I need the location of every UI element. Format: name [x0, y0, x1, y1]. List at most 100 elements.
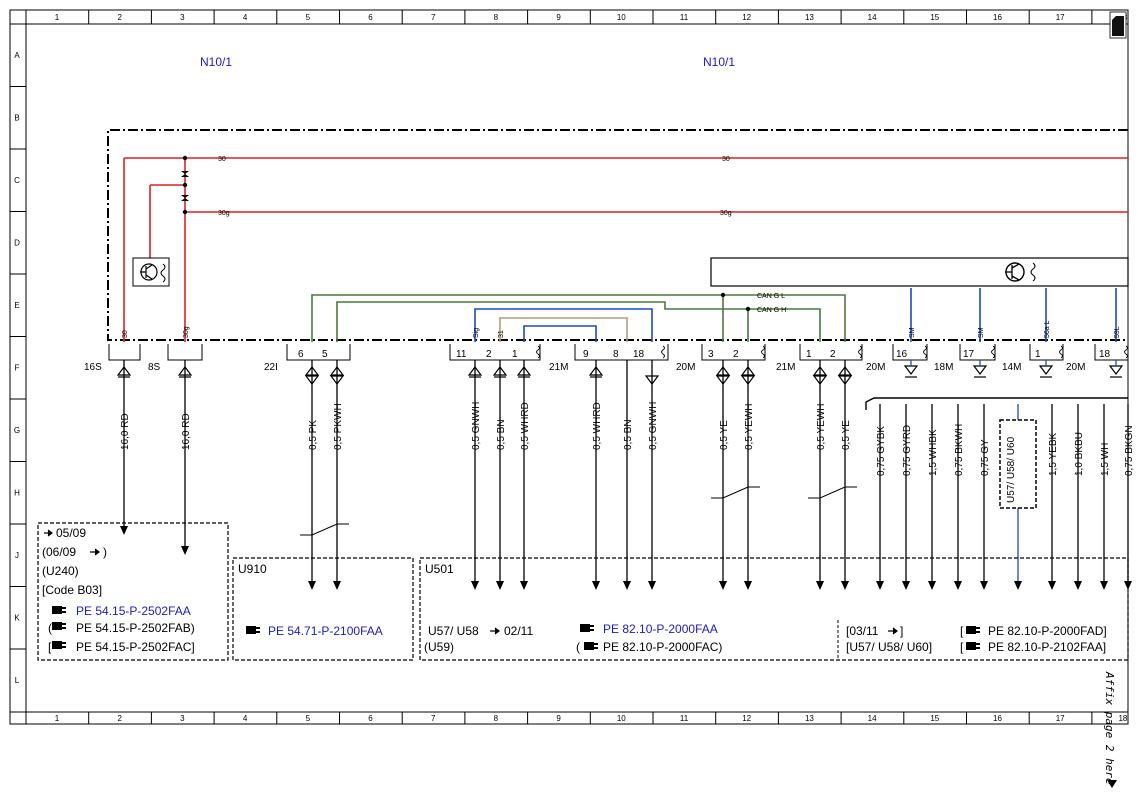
pin-number: 3 — [708, 349, 714, 360]
reference-hand-icon — [584, 642, 598, 650]
pin-label: SM — [978, 327, 985, 338]
reference-hand-icon — [246, 626, 260, 634]
wire-label: 0,75 BKGN — [1124, 425, 1135, 476]
wire-label: 0,5 YEWH — [816, 404, 827, 451]
grid-row-ticks: A B C D E F G H J K L — [10, 51, 26, 685]
grid-column-label: 3 — [180, 13, 185, 22]
arrowhead-icon — [928, 581, 936, 590]
reference-link[interactable]: PE 54.71-P-2100FAA — [268, 624, 383, 638]
wire: 0,75 BKWH — [954, 404, 965, 590]
shield-mark-icon — [991, 345, 995, 359]
shield-mark-icon — [661, 345, 665, 359]
ref-bracket: ( — [576, 640, 580, 654]
arrowhead-icon — [876, 581, 884, 590]
wire: 0,75 GYBK — [876, 404, 887, 590]
wire: 16,0 RD — [116, 360, 132, 535]
reference-link[interactable]: PE 82.10-P-2102FAA] — [988, 640, 1106, 654]
arrow-icon — [490, 627, 500, 635]
pin-number: 1 — [512, 349, 518, 360]
reference-link[interactable]: PE 54.15-P-2502FAA — [76, 604, 191, 618]
wire-label: 0,5 WHRD — [592, 402, 603, 450]
grid-column-label: 1 — [55, 714, 60, 723]
arrow-icon — [44, 529, 53, 537]
arrowhead-icon — [816, 581, 824, 590]
wire: 0,5 GNWH — [467, 360, 483, 590]
grid-column-label: 12 — [742, 13, 751, 22]
arrowhead-icon — [520, 581, 528, 590]
reference-hand-icon — [52, 622, 66, 630]
junction-dot — [745, 306, 751, 312]
grid-column-label: 15 — [930, 13, 939, 22]
variant-note: ] — [900, 624, 903, 638]
wire: 0,75 GYRD — [902, 404, 913, 590]
grid-column-label: 4 — [243, 13, 248, 22]
diode-icon — [181, 195, 189, 201]
ground-line — [499, 317, 628, 342]
wire-label: 16,0 RD — [181, 413, 192, 450]
grid-column-label: 7 — [431, 13, 436, 22]
wire: 0,5 YE — [715, 360, 731, 590]
page-corner-icon — [1112, 16, 1124, 36]
grid-row-label: H — [14, 489, 20, 498]
wire: 1,5 WH — [1100, 404, 1111, 590]
wire-label: 0,75 GYBK — [876, 426, 887, 476]
reference-link[interactable]: PE 82.10-P-2000FAC) — [603, 640, 722, 654]
pin-label: SM — [909, 327, 916, 338]
can-high-label: CAN G H — [757, 307, 786, 314]
pin-label: 31 — [498, 330, 505, 338]
twist-marker — [711, 486, 760, 499]
reference-link[interactable]: PE 82.10-P-2000FAD] — [988, 624, 1107, 638]
connector-label: 21M — [776, 362, 795, 373]
note-date-to: 05/09 — [56, 526, 86, 540]
grid-row-label: L — [15, 676, 20, 685]
reference-link[interactable]: PE 54.15-P-2502FAB) — [76, 621, 195, 635]
connector-label: 14M — [1002, 362, 1021, 373]
grid-row-label: A — [14, 51, 20, 60]
reference-link[interactable]: PE 82.10-P-2000FAA — [603, 622, 718, 636]
variant-note: [03/11 — [846, 624, 879, 638]
grid-column-label: 9 — [556, 13, 561, 22]
grid-row-label: D — [14, 239, 20, 248]
grid-column-label: 6 — [368, 714, 373, 723]
reference-link[interactable]: PE 54.15-P-2502FAC] — [76, 640, 195, 654]
twist-marker — [808, 486, 857, 499]
pin-number: 5 — [322, 349, 328, 360]
grid-row-label: C — [14, 176, 20, 185]
pin-number: 1 — [806, 349, 812, 360]
wire: 0,5 WHRD — [516, 360, 532, 590]
pin-number: 17 — [963, 349, 975, 360]
ref-bracket: ( — [48, 621, 52, 635]
arrowhead-icon — [623, 581, 631, 590]
junction-dot — [182, 182, 188, 188]
shield-mark-icon — [1124, 345, 1128, 359]
pin-number: 16 — [896, 349, 908, 360]
pin-number: 2 — [486, 349, 492, 360]
pin-number: 18 — [1099, 349, 1111, 360]
wire: 0,5 YE — [837, 360, 853, 590]
wire: 0,5 BN — [623, 360, 634, 590]
wire: 0,5 PKWH — [329, 360, 345, 590]
wire-label: 0,5 YE — [841, 420, 852, 450]
grid-column-label: 16 — [993, 714, 1002, 723]
note-date-from: (06/09 — [42, 545, 76, 559]
grid-column-label: 3 — [180, 714, 185, 723]
shield-mark-icon — [536, 345, 540, 359]
shield-mark-icon — [923, 345, 927, 359]
wire-label: 0,75 GYRD — [902, 425, 913, 476]
grid-column-label: 9 — [556, 714, 561, 723]
connector-label: 22I — [264, 362, 278, 373]
connector-symbol-icon — [903, 365, 919, 375]
arrowhead-icon — [181, 546, 189, 555]
grid-row-label: E — [14, 301, 19, 310]
connector-label: 20M — [1066, 362, 1085, 373]
connector-symbol-icon — [1108, 365, 1124, 375]
arrowhead-icon — [719, 581, 727, 590]
module-label-left: N10/1 — [200, 55, 232, 69]
wire-label: 0,5 YE — [719, 420, 730, 450]
pin-number: 6 — [298, 349, 304, 360]
connector-label: 21M — [549, 362, 568, 373]
grid-column-label: 8 — [494, 714, 499, 723]
grid-column-label: 7 — [431, 714, 436, 723]
wire-label: 0,5 BN — [623, 419, 634, 450]
connector-symbol-icon — [972, 365, 988, 375]
